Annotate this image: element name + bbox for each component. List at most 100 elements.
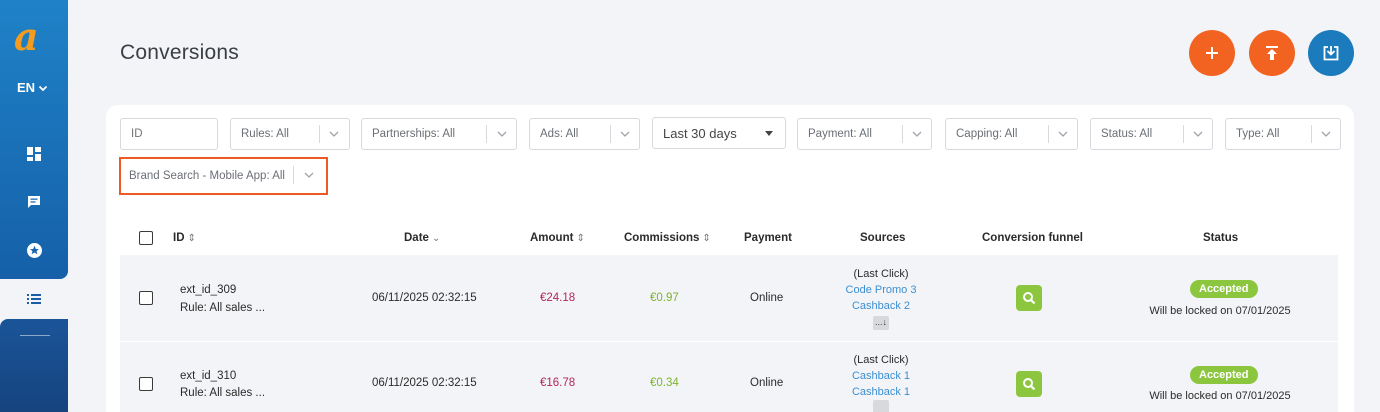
row-id: ext_id_309 (180, 284, 237, 296)
separator (319, 125, 320, 143)
row-commission: €0.34 (650, 377, 679, 389)
chevron-down-icon (329, 131, 339, 137)
add-icon (1206, 47, 1218, 59)
capping-filter[interactable]: Capping: All (945, 118, 1078, 150)
row-sources: (Last Click) Code Promo 3 Cashback 2 ...… (826, 266, 936, 330)
column-label: Commissions (624, 232, 700, 244)
sort-icon: ⇕ (576, 233, 585, 244)
row-payment: Online (750, 292, 784, 304)
source-link[interactable]: Cashback 1 (826, 368, 936, 384)
column-header-date[interactable]: Date ⌄ (404, 232, 440, 244)
chevron-down-icon (497, 131, 507, 137)
sort-icon: ⇕ (702, 233, 711, 244)
column-header-id[interactable]: ID ⇕ (173, 232, 196, 244)
row-commission: €0.97 (650, 292, 679, 304)
separator (1183, 125, 1184, 143)
ads-filter-label: Ads: All (540, 128, 579, 140)
column-header-amount[interactable]: Amount ⇕ (530, 232, 585, 244)
row-amount: €24.18 (540, 292, 576, 304)
star-icon[interactable] (24, 240, 44, 260)
source-link[interactable]: Code Promo 3 (826, 282, 936, 298)
chevron-down-icon (620, 131, 630, 137)
sidebar-top-panel: a EN (0, 0, 68, 279)
chevron-down-icon (1193, 131, 1203, 137)
sort-desc-icon: ⌄ (431, 233, 441, 244)
column-label: Date (404, 232, 429, 244)
separator (902, 125, 903, 143)
chevron-down-icon (912, 131, 922, 137)
message-icon[interactable] (24, 192, 44, 212)
column-header-funnel: Conversion funnel (982, 232, 1083, 244)
row-rule: Rule: All sales ... (180, 387, 266, 399)
row-sources: (Last Click) Cashback 1 Cashback 1 (826, 352, 936, 412)
conversion-funnel-button[interactable] (1016, 371, 1042, 397)
language-label: EN (17, 80, 36, 95)
type-filter[interactable]: Type: All (1225, 118, 1341, 150)
app-logo[interactable]: a (14, 18, 39, 56)
search-icon (1023, 378, 1036, 391)
select-all-checkbox[interactable] (139, 231, 153, 245)
payment-filter-label: Payment: All (808, 128, 872, 140)
partnerships-filter[interactable]: Partnerships: All (361, 118, 517, 150)
partnerships-filter-label: Partnerships: All (372, 128, 456, 140)
highlight-box (119, 157, 328, 195)
status-badge: Accepted (1190, 280, 1258, 298)
separator (1311, 125, 1312, 143)
column-header-sources: Sources (860, 232, 906, 244)
separator (610, 125, 611, 143)
dashboard-icon[interactable] (24, 144, 44, 164)
sidebar-active-slot (0, 279, 68, 319)
download-button[interactable] (1308, 30, 1354, 76)
table-row[interactable] (120, 255, 1338, 341)
more-sources-button[interactable]: ...↓ (873, 316, 889, 330)
payment-filter[interactable]: Payment: All (797, 118, 932, 150)
row-date: 06/11/2025 02:32:15 (372, 377, 477, 389)
add-button[interactable] (1189, 30, 1235, 76)
rules-filter-label: Rules: All (241, 128, 289, 140)
chevron-down-icon (1058, 131, 1068, 137)
column-header-commissions[interactable]: Commissions ⇕ (624, 232, 711, 244)
column-header-payment: Payment (744, 232, 792, 244)
upload-icon (1266, 46, 1278, 60)
sidebar-divider (20, 335, 50, 336)
conversion-funnel-button[interactable] (1016, 285, 1042, 311)
chevron-down-icon (1321, 131, 1331, 137)
search-icon (1023, 292, 1036, 305)
row-checkbox[interactable] (139, 291, 153, 305)
status-filter-label: Status: All (1101, 128, 1153, 140)
capping-filter-label: Capping: All (956, 128, 1018, 140)
column-header-status: Status (1203, 232, 1239, 244)
source-link[interactable]: Cashback 2 (826, 298, 936, 314)
caret-down-icon (765, 131, 773, 136)
rules-filter[interactable]: Rules: All (230, 118, 350, 150)
row-id: ext_id_310 (180, 370, 237, 382)
more-sources-button[interactable] (873, 400, 889, 412)
status-badge: Accepted (1190, 366, 1258, 384)
source-head: (Last Click) (853, 354, 909, 366)
separator (1048, 125, 1049, 143)
row-rule: Rule: All sales ... (180, 302, 266, 314)
list-icon[interactable] (24, 289, 44, 309)
row-payment: Online (750, 377, 784, 389)
ads-filter[interactable]: Ads: All (529, 118, 640, 150)
status-filter[interactable]: Status: All (1090, 118, 1213, 150)
lock-date-text: Will be locked on 07/01/2025 (1149, 390, 1291, 402)
column-label: Amount (530, 232, 574, 244)
source-link[interactable]: Cashback 1 (826, 384, 936, 400)
sidebar-bottom-panel (0, 319, 68, 412)
row-date: 06/11/2025 02:32:15 (372, 292, 477, 304)
language-selector[interactable]: EN (17, 80, 48, 95)
row-checkbox[interactable] (139, 377, 153, 391)
date-range-label: Last 30 days (663, 125, 737, 141)
row-amount: €16.78 (540, 377, 576, 389)
column-label: ID (173, 232, 185, 244)
date-range-select[interactable]: Last 30 days (652, 117, 786, 149)
sort-icon: ⇕ (187, 233, 196, 244)
type-filter-label: Type: All (1236, 128, 1280, 140)
page-title: Conversions (120, 41, 239, 64)
upload-button[interactable] (1249, 30, 1295, 76)
source-head: (Last Click) (853, 268, 909, 280)
download-icon (1323, 46, 1339, 61)
separator (486, 125, 487, 143)
id-search-input[interactable] (120, 118, 218, 150)
